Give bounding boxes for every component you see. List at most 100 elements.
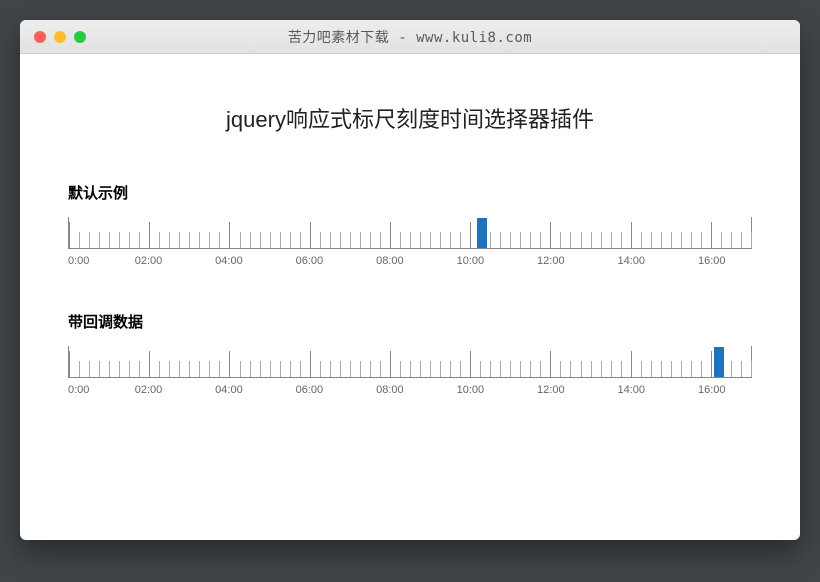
- ruler-tick: [460, 232, 461, 248]
- ruler-label: 04:00: [215, 384, 243, 396]
- ruler-tick: [701, 361, 702, 377]
- time-handle[interactable]: [477, 218, 487, 248]
- ruler-tick: [681, 232, 682, 248]
- ruler-tick: [591, 361, 592, 377]
- time-handle[interactable]: [714, 347, 724, 377]
- maximize-icon[interactable]: [74, 31, 86, 43]
- ruler-tick: [731, 232, 732, 248]
- ruler-tick: [209, 361, 210, 377]
- ruler-tick: [741, 361, 742, 377]
- ruler-tick: [560, 232, 561, 248]
- ruler-tick: [290, 361, 291, 377]
- ruler-tick: [691, 232, 692, 248]
- ruler-tick: [260, 232, 261, 248]
- ruler-tick: [661, 232, 662, 248]
- ruler-tick: [520, 361, 521, 377]
- ruler-tick: [360, 232, 361, 248]
- ruler-tick: [360, 361, 361, 377]
- ruler-label: 10:00: [457, 384, 485, 396]
- window-title: 苦力吧素材下载 - www.kuli8.com: [20, 27, 800, 47]
- ruler-tick: [510, 232, 511, 248]
- section-title: 带回调数据: [68, 311, 752, 332]
- ruler-tick: [219, 361, 220, 377]
- page-content: jquery响应式标尺刻度时间选择器插件 默认示例 0:0002:0004:00…: [20, 54, 800, 540]
- ruler-tick: [290, 232, 291, 248]
- ruler-tick: [199, 232, 200, 248]
- ruler-label: 02:00: [135, 384, 163, 396]
- ruler-tick: [570, 232, 571, 248]
- ruler-tick: [380, 361, 381, 377]
- ruler-label: 06:00: [296, 384, 324, 396]
- ruler-tick: [641, 232, 642, 248]
- ruler-tick: [189, 232, 190, 248]
- ruler-tick: [149, 222, 150, 248]
- minimize-icon[interactable]: [54, 31, 66, 43]
- ruler-tick: [330, 361, 331, 377]
- ruler-tick: [510, 361, 511, 377]
- ruler-tick: [631, 222, 632, 248]
- ruler-tick: [199, 361, 200, 377]
- ruler-tick: [330, 232, 331, 248]
- ruler-tick: [119, 232, 120, 248]
- ruler-tick: [350, 232, 351, 248]
- ruler-tick: [671, 232, 672, 248]
- ruler-tick: [99, 361, 100, 377]
- ruler-tick: [661, 361, 662, 377]
- ruler-tick: [340, 361, 341, 377]
- ruler-tick: [520, 232, 521, 248]
- ruler-label: 08:00: [376, 384, 404, 396]
- ruler-tick: [300, 232, 301, 248]
- ruler-tick: [229, 351, 230, 377]
- close-icon[interactable]: [34, 31, 46, 43]
- ruler-tick: [189, 361, 190, 377]
- ruler-tick: [420, 232, 421, 248]
- ruler-tick: [530, 361, 531, 377]
- ruler-tick: [470, 222, 471, 248]
- ruler-tick: [450, 361, 451, 377]
- ruler-tick: [390, 222, 391, 248]
- ruler-tick: [701, 232, 702, 248]
- ruler-tick: [550, 222, 551, 248]
- ruler-tick: [400, 361, 401, 377]
- ruler-tick: [440, 361, 441, 377]
- ruler-tick: [711, 222, 712, 248]
- ruler-tick: [370, 361, 371, 377]
- ruler-tick: [751, 232, 752, 248]
- ruler-label: 16:00: [698, 384, 726, 396]
- ruler-tick: [370, 232, 371, 248]
- ruler-tick: [280, 232, 281, 248]
- ruler-tick: [69, 351, 70, 377]
- ruler-tick: [731, 361, 732, 377]
- ruler-tick: [621, 361, 622, 377]
- ruler-tick: [540, 232, 541, 248]
- ruler-tick: [350, 361, 351, 377]
- ruler-tick: [430, 361, 431, 377]
- ruler-tick: [681, 361, 682, 377]
- ruler-tick: [229, 222, 230, 248]
- time-ruler[interactable]: [68, 217, 752, 249]
- ruler-label: 16:00: [698, 255, 726, 267]
- ruler-tick: [390, 351, 391, 377]
- ruler-tick: [89, 232, 90, 248]
- ruler-tick: [159, 361, 160, 377]
- ruler-tick: [320, 361, 321, 377]
- ruler-tick: [79, 361, 80, 377]
- ruler-tick: [560, 361, 561, 377]
- ruler-tick: [270, 361, 271, 377]
- ruler-tick: [550, 351, 551, 377]
- ruler-tick: [240, 232, 241, 248]
- ruler-tick: [430, 232, 431, 248]
- ruler-tick: [480, 361, 481, 377]
- ruler-tick: [310, 222, 311, 248]
- ruler-tick: [410, 232, 411, 248]
- time-ruler[interactable]: [68, 346, 752, 378]
- ruler-tick: [651, 232, 652, 248]
- ruler-tick: [711, 351, 712, 377]
- ruler-tick: [741, 232, 742, 248]
- window-controls: [20, 31, 86, 43]
- ruler-tick: [79, 232, 80, 248]
- ruler-tick: [570, 361, 571, 377]
- ruler-tick: [490, 232, 491, 248]
- ruler-tick: [270, 232, 271, 248]
- ruler-tick: [149, 351, 150, 377]
